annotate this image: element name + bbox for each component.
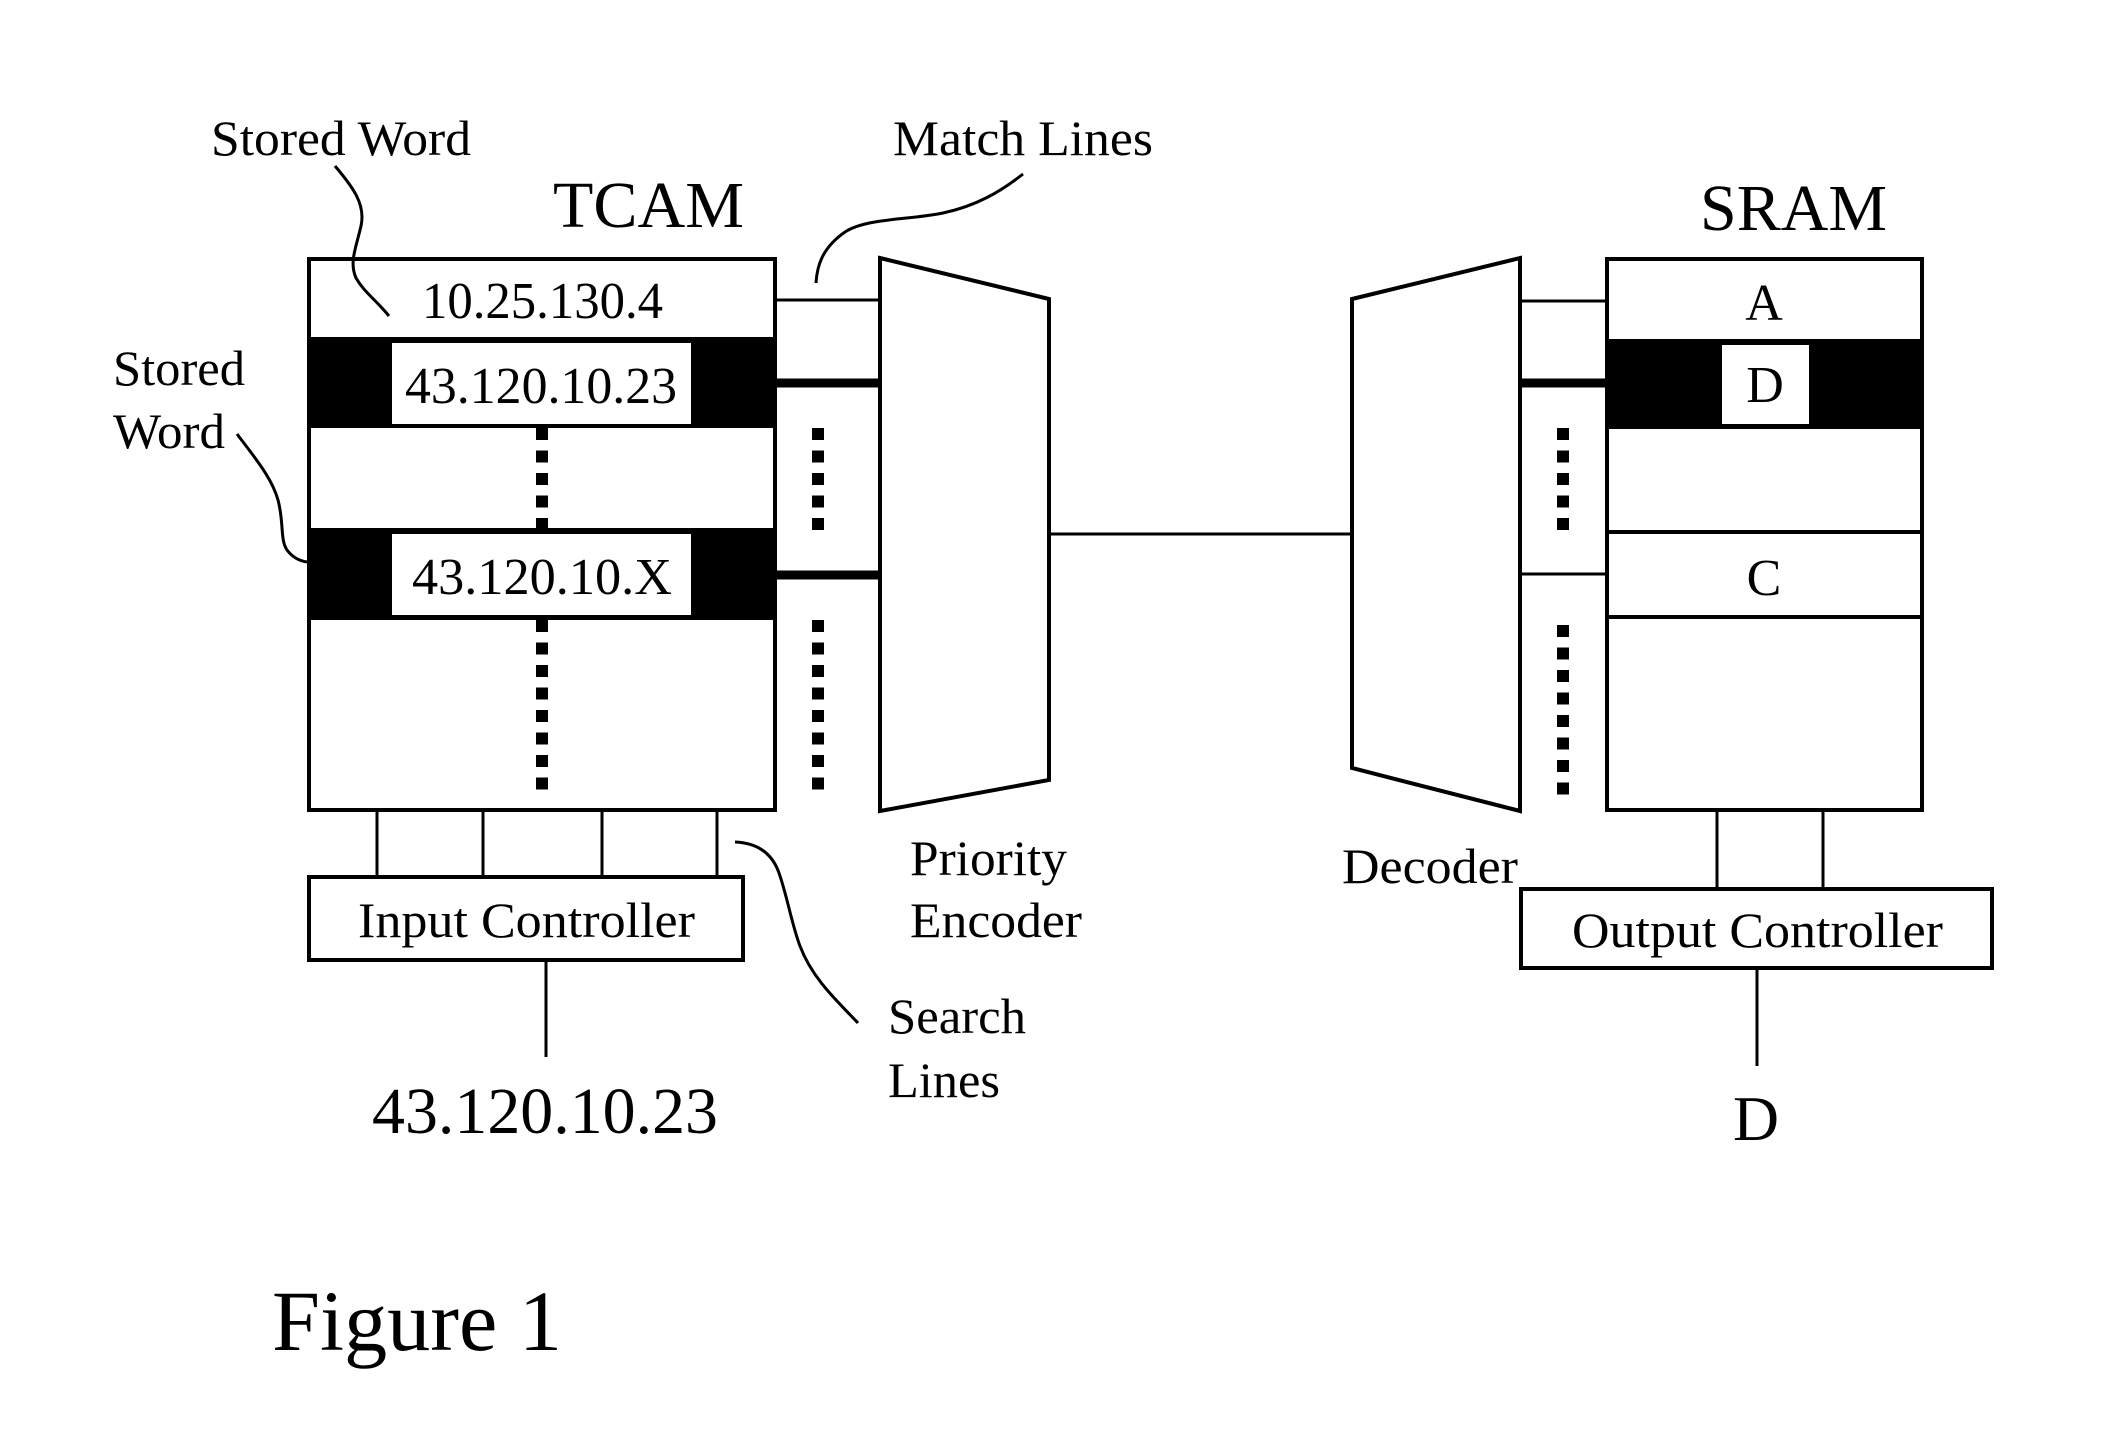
- ellipsis-dot: [812, 710, 824, 722]
- ellipsis-dot: [812, 450, 824, 463]
- ellipsis-dot: [812, 687, 824, 700]
- ellipsis-dot: [1557, 518, 1569, 530]
- ellipsis-dot: [1557, 782, 1569, 795]
- tcam-title: TCAM: [553, 169, 744, 242]
- ellipsis-dot: [812, 620, 824, 632]
- priority-encoder-label-line1: Priority: [910, 830, 1067, 886]
- ellipsis-dot: [812, 428, 824, 440]
- ellipsis-dot: [536, 495, 548, 508]
- ellipsis-dot: [812, 642, 824, 655]
- ellipsis-dot: [536, 687, 548, 700]
- figure-caption: Figure 1: [272, 1273, 562, 1369]
- ellipsis-dot: [812, 473, 824, 485]
- tcam-row-4-value: 43.120.10.X: [412, 549, 672, 606]
- stored-word-label-left-line1: Stored: [113, 340, 245, 396]
- ellipsis-dot: [812, 495, 824, 508]
- search-key-value: 43.120.10.23: [372, 1075, 718, 1148]
- ellipsis-dot: [812, 732, 824, 745]
- ellipsis-dot: [1557, 692, 1569, 705]
- ellipsis-dot: [812, 518, 824, 530]
- ellipsis-dot: [536, 710, 548, 722]
- ellipsis-dot: [536, 755, 548, 767]
- ellipsis-dot: [1557, 625, 1569, 637]
- ellipsis-dot: [536, 518, 548, 530]
- tcam-sram-figure: TCAM 10.25.130.4 43.120.10.23 43.120.10.…: [0, 0, 2112, 1446]
- sram-row-4-value: C: [1747, 550, 1782, 607]
- ellipsis-dot: [1557, 473, 1569, 485]
- ellipsis-dot: [1557, 715, 1569, 727]
- input-controller-label: Input Controller: [358, 892, 695, 948]
- ellipsis-dot: [536, 777, 548, 790]
- ellipsis-dot: [1557, 760, 1569, 772]
- match-lines-label: Match Lines: [893, 110, 1153, 166]
- ellipsis-dot: [1557, 495, 1569, 508]
- search-lines-label-line1: Search: [888, 988, 1026, 1044]
- ellipsis-dot: [812, 755, 824, 767]
- decoder-label: Decoder: [1342, 838, 1518, 894]
- stored-word-label-left-line2: Word: [113, 403, 225, 459]
- ellipsis-dot: [812, 777, 824, 790]
- sram-row-1-value: A: [1745, 275, 1783, 332]
- ellipsis-dot: [536, 642, 548, 655]
- ellipsis-dot: [536, 665, 548, 677]
- ellipsis-dot: [812, 665, 824, 677]
- stored-word-label-top: Stored Word: [211, 110, 471, 166]
- output-result-value: D: [1733, 1083, 1779, 1154]
- ellipsis-dot: [1557, 428, 1569, 440]
- ellipsis-dot: [1557, 450, 1569, 463]
- ellipsis-dot: [536, 732, 548, 745]
- ellipsis-dot: [536, 620, 548, 632]
- ellipsis-dot: [536, 473, 548, 485]
- output-controller-label: Output Controller: [1572, 902, 1943, 958]
- priority-encoder-label-line2: Encoder: [910, 892, 1082, 948]
- sram-title: SRAM: [1700, 172, 1887, 245]
- ellipsis-dot: [536, 450, 548, 463]
- ellipsis-dot: [1557, 647, 1569, 660]
- ellipsis-dot: [536, 428, 548, 440]
- ellipsis-dot: [1557, 670, 1569, 682]
- sram-row-2-value: D: [1746, 357, 1784, 414]
- search-lines-label-line2: Lines: [888, 1052, 1000, 1108]
- tcam-row-2-value: 43.120.10.23: [405, 358, 677, 415]
- tcam-row-1-value: 10.25.130.4: [422, 273, 663, 330]
- ellipsis-dot: [1557, 737, 1569, 750]
